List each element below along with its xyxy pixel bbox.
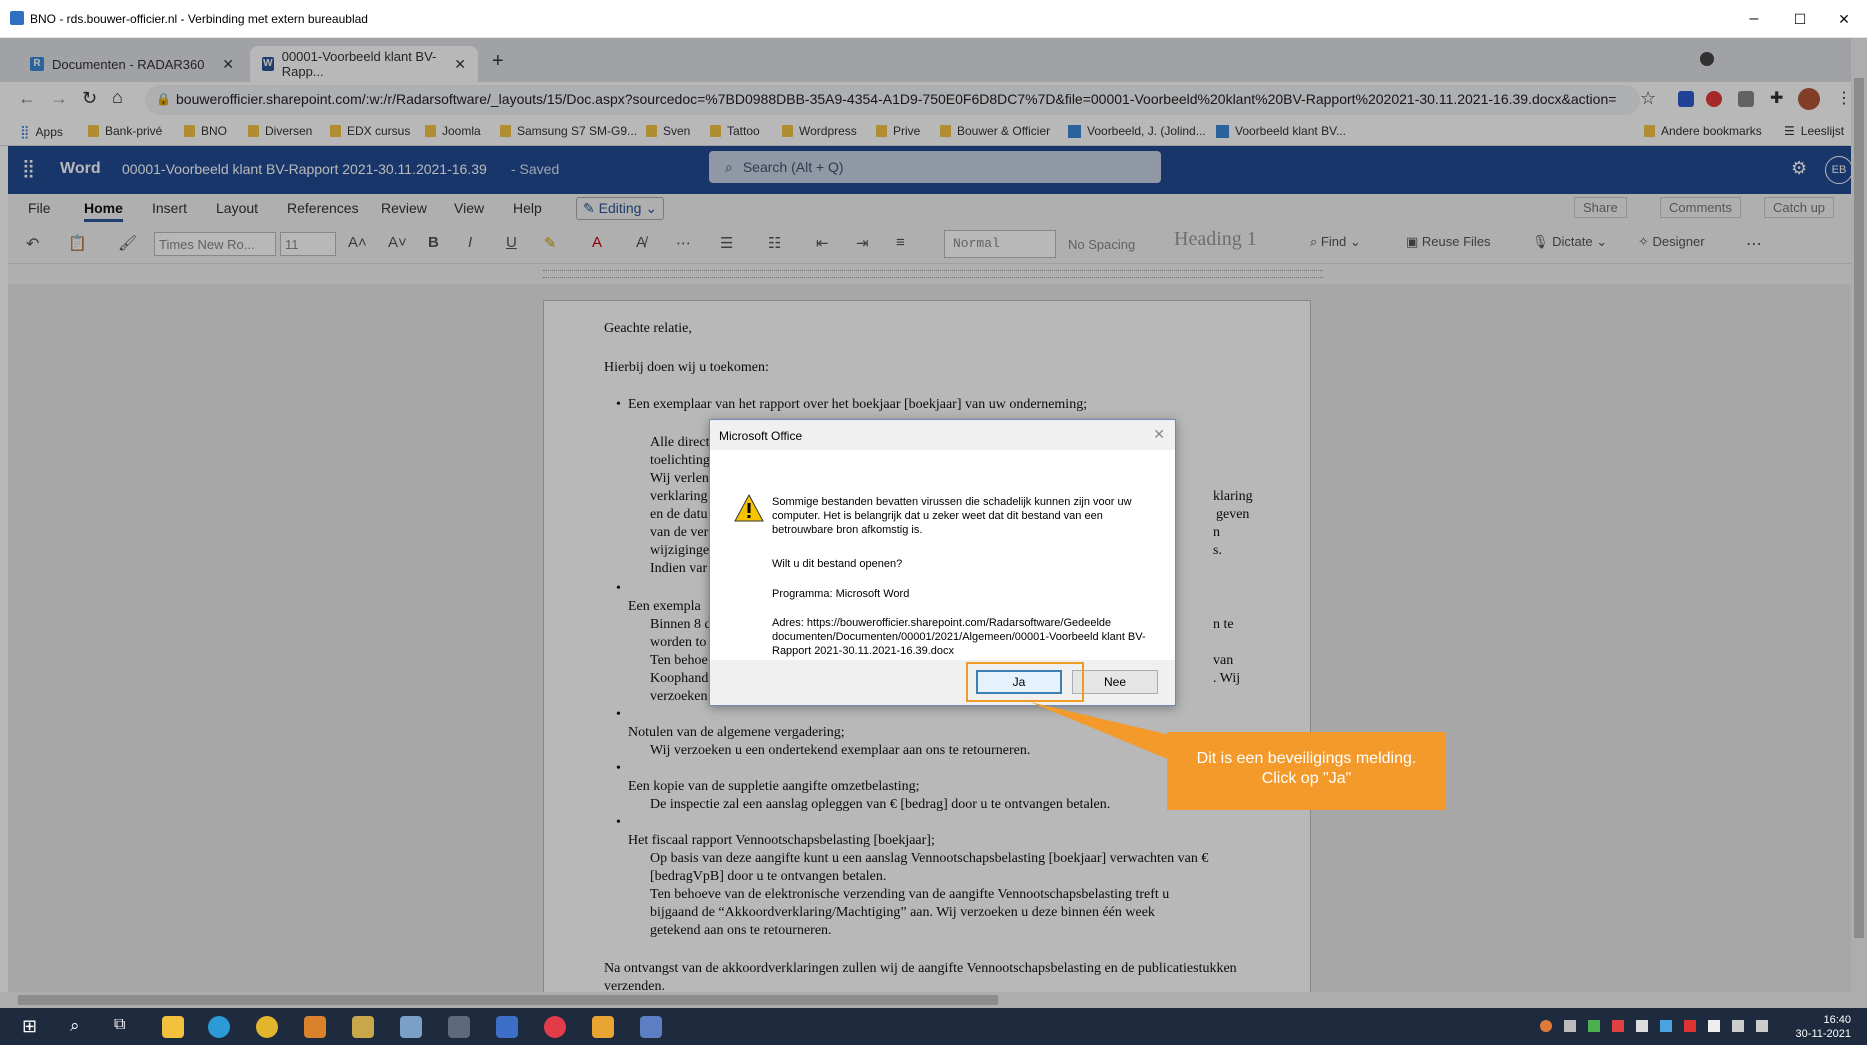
tray-icon[interactable] — [1612, 1020, 1624, 1032]
tray-icon[interactable] — [1588, 1020, 1600, 1032]
tray-icon[interactable] — [1564, 1020, 1576, 1032]
app-icon[interactable] — [592, 1016, 614, 1038]
callout-line: Click op "Ja" — [1261, 770, 1352, 787]
app-icon[interactable] — [304, 1016, 326, 1038]
maximize-button[interactable]: ☐ — [1777, 6, 1823, 32]
chrome-icon[interactable] — [256, 1016, 278, 1038]
warning-icon — [734, 494, 764, 522]
dialog-question: Wilt u dit bestand openen? — [772, 558, 903, 570]
rdp-title: BNO - rds.bouwer-officier.nl - Verbindin… — [30, 12, 368, 26]
tray-icon[interactable] — [1540, 1020, 1552, 1032]
rdp-title-bar: BNO - rds.bouwer-officier.nl - Verbindin… — [0, 0, 1867, 38]
edge-icon[interactable] — [208, 1016, 230, 1038]
tray-icon[interactable] — [1684, 1020, 1696, 1032]
clock-time: 16:40 — [1823, 1014, 1851, 1026]
dialog-address: Adres: https://bouwerofficier.sharepoint… — [772, 617, 1146, 657]
task-view-icon[interactable]: ⧉ — [114, 1016, 125, 1034]
yes-button-highlight — [966, 662, 1084, 702]
rdp-icon[interactable] — [640, 1016, 662, 1038]
dialog-body: Sommige bestanden bevatten virussen die … — [710, 450, 1175, 660]
dialog-title: Microsoft Office — [719, 429, 803, 443]
callout-line: Dit is een beveiligings melding. — [1196, 750, 1417, 767]
app-icon[interactable] — [544, 1016, 566, 1038]
clock-date: 30-11-2021 — [1795, 1028, 1851, 1040]
system-tray — [1540, 1020, 1780, 1034]
app-icon[interactable] — [352, 1016, 374, 1038]
search-icon[interactable]: ⌕ — [70, 1016, 80, 1036]
network-icon[interactable] — [1732, 1020, 1744, 1032]
close-button[interactable]: ✕ — [1821, 6, 1867, 32]
app-icon[interactable] — [400, 1016, 422, 1038]
security-dialog: Microsoft Office ✕ Sommige bestanden bev… — [709, 419, 1176, 706]
cloud-icon[interactable] — [1708, 1020, 1720, 1032]
save-icon[interactable] — [496, 1016, 518, 1038]
clock[interactable]: 16:40 30-11-2021 — [1796, 1013, 1851, 1041]
tray-icon[interactable] — [1636, 1020, 1648, 1032]
minimize-button[interactable]: – — [1731, 6, 1777, 32]
rdp-icon — [10, 11, 24, 25]
windows-start-icon[interactable]: ⊞ — [22, 1016, 37, 1037]
file-explorer-icon[interactable] — [162, 1016, 184, 1038]
no-button[interactable]: Nee — [1072, 670, 1158, 694]
taskbar: ⊞ ⌕ ⧉ 16:40 30-11-2021 — [0, 1008, 1867, 1045]
volume-icon[interactable] — [1756, 1020, 1768, 1032]
instruction-callout: Dit is een beveiligings melding. Click o… — [1167, 732, 1446, 810]
calculator-icon[interactable] — [448, 1016, 470, 1038]
close-icon[interactable]: ✕ — [1153, 426, 1165, 443]
dialog-message: Sommige bestanden bevatten virussen die … — [772, 496, 1132, 536]
tray-icon[interactable] — [1660, 1020, 1672, 1032]
dialog-program: Programma: Microsoft Word — [772, 588, 910, 600]
